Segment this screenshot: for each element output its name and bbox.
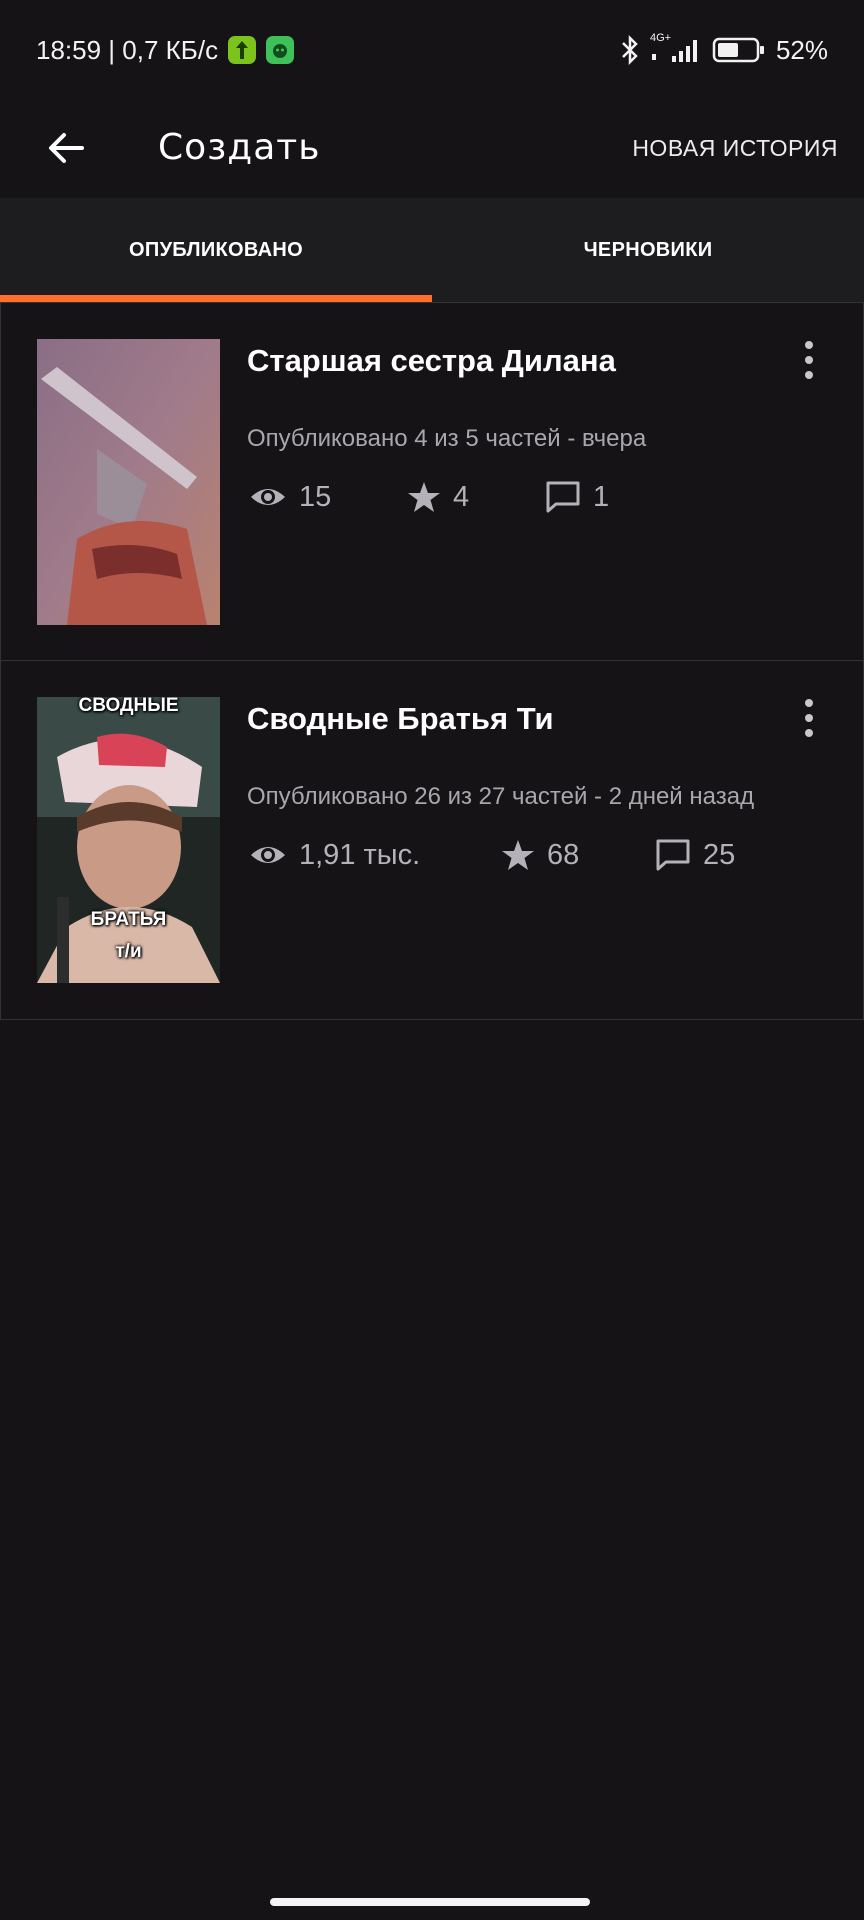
story-card[interactable]: СВОДНЫЕ БРАТЬЯ т/и Сводные Братья Ти Опу… bbox=[0, 661, 864, 1020]
more-options-button[interactable] bbox=[791, 693, 827, 743]
upload-notification-icon bbox=[228, 36, 257, 64]
app-bar: Создать НОВАЯ ИСТОРИЯ bbox=[0, 100, 864, 198]
comments-stat: 25 bbox=[655, 833, 735, 877]
dot bbox=[805, 341, 813, 349]
star-icon bbox=[502, 840, 534, 870]
story-stats: 1,91 тыс. 68 25 bbox=[247, 833, 847, 877]
story-cover[interactable]: СВОДНЫЕ БРАТЬЯ т/и bbox=[37, 697, 220, 983]
story-cover[interactable] bbox=[37, 339, 220, 625]
views-count: 15 bbox=[299, 480, 332, 513]
tab-bar: ОПУБЛИКОВАНО ЧЕРНОВИКИ bbox=[0, 198, 864, 302]
status-time-speed: 18:59 | 0,7 КБ/с bbox=[36, 34, 219, 65]
star-icon bbox=[408, 482, 440, 512]
cover-text-sub: т/и bbox=[115, 941, 142, 962]
arrow-left-icon bbox=[49, 133, 84, 163]
cover-image bbox=[37, 339, 220, 625]
new-story-button[interactable]: НОВАЯ ИСТОРИЯ bbox=[632, 118, 838, 178]
back-button[interactable] bbox=[36, 118, 96, 178]
story-meta: Опубликовано 4 из 5 частей - вчера bbox=[247, 425, 647, 452]
eye-icon bbox=[251, 847, 285, 863]
tab-published[interactable]: ОПУБЛИКОВАНО bbox=[0, 198, 432, 302]
tab-drafts[interactable]: ЧЕРНОВИКИ bbox=[432, 198, 864, 302]
votes-stat: 4 bbox=[407, 475, 469, 519]
home-indicator[interactable] bbox=[270, 1898, 590, 1906]
story-list: Старшая сестра Дилана Опубликовано 4 из … bbox=[0, 302, 864, 1020]
comment-icon bbox=[656, 839, 690, 871]
story-title[interactable]: Старшая сестра Дилана bbox=[247, 343, 616, 379]
votes-count: 68 bbox=[547, 838, 580, 871]
comment-icon bbox=[546, 481, 580, 513]
more-options-button[interactable] bbox=[791, 335, 827, 385]
comments-stat: 1 bbox=[545, 475, 609, 519]
comments-count: 25 bbox=[703, 838, 736, 871]
screen: 18:59 | 0,7 КБ/с 4G+ 52% Создать НОВАЯ И… bbox=[0, 0, 864, 1920]
app-notification-icon bbox=[266, 36, 295, 64]
battery-icon bbox=[712, 37, 764, 63]
dot bbox=[805, 729, 813, 737]
dot bbox=[805, 356, 813, 364]
bluetooth-icon bbox=[622, 34, 638, 66]
cover-text-bottom: БРАТЬЯ bbox=[90, 909, 167, 930]
tab-indicator bbox=[0, 295, 432, 302]
eye-icon bbox=[251, 489, 285, 505]
signal-icon: 4G+ bbox=[650, 32, 702, 66]
battery-percent: 52% bbox=[775, 34, 828, 65]
cover-text-top: СВОДНЫЕ bbox=[78, 697, 179, 716]
votes-stat: 68 bbox=[501, 833, 579, 877]
views-stat: 1,91 тыс. bbox=[249, 833, 420, 877]
comments-count: 1 bbox=[593, 480, 610, 513]
status-left: 18:59 | 0,7 КБ/с bbox=[36, 34, 295, 66]
page-title: Создать bbox=[158, 127, 321, 168]
story-title[interactable]: Сводные Братья Ти bbox=[247, 701, 554, 737]
votes-count: 4 bbox=[453, 480, 470, 513]
status-right: 4G+ 52% bbox=[620, 32, 828, 66]
story-stats: 15 4 1 bbox=[247, 475, 847, 519]
dot bbox=[805, 371, 813, 379]
dot bbox=[805, 699, 813, 707]
status-bar: 18:59 | 0,7 КБ/с 4G+ 52% bbox=[0, 0, 864, 100]
story-meta: Опубликовано 26 из 27 частей - 2 дней на… bbox=[247, 783, 755, 810]
story-card[interactable]: Старшая сестра Дилана Опубликовано 4 из … bbox=[0, 302, 864, 661]
dot bbox=[805, 714, 813, 722]
views-count: 1,91 тыс. bbox=[299, 838, 421, 871]
views-stat: 15 bbox=[249, 475, 331, 519]
